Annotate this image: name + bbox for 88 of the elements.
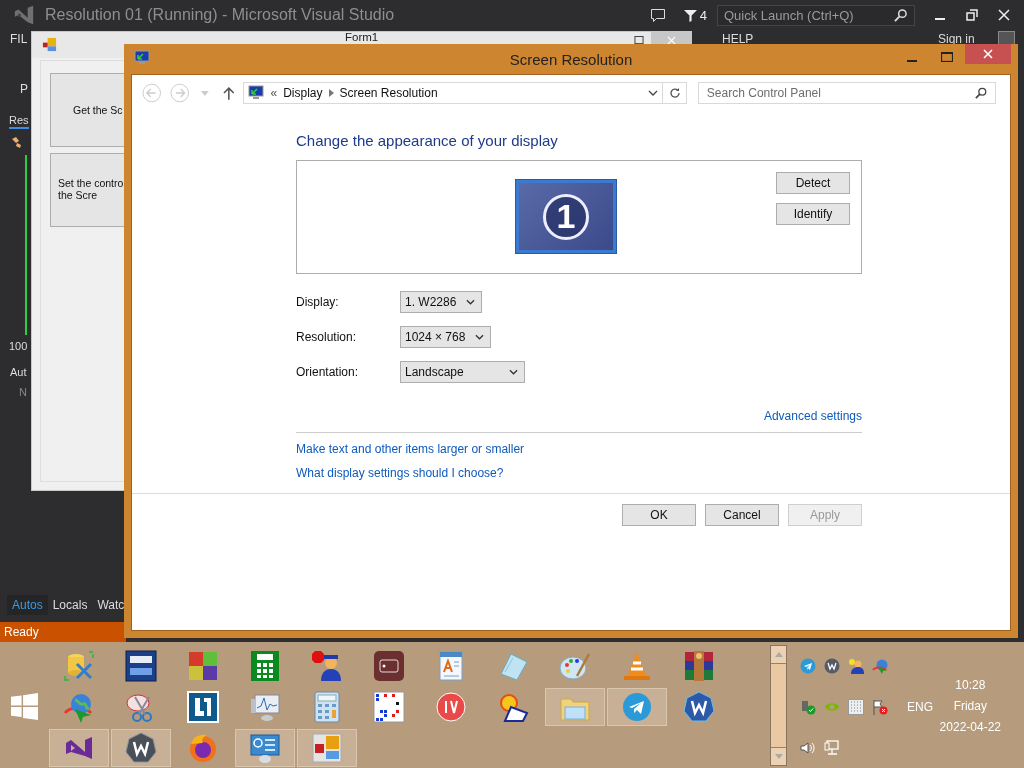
close-button[interactable]: [965, 44, 1011, 64]
taskbar-button[interactable]: [49, 728, 109, 767]
grid-icon[interactable]: [373, 690, 405, 723]
dialog-button[interactable]: Detect: [776, 172, 850, 194]
clock-day: Friday: [953, 699, 987, 713]
breadcrumb-item[interactable]: Screen Resolution: [339, 86, 438, 100]
control-panel-icon[interactable]: [249, 731, 281, 764]
breadcrumb-overflow[interactable]: «: [270, 86, 278, 100]
maximize-icon[interactable]: [634, 36, 644, 45]
monitor-icon: [248, 85, 265, 101]
dialog-button[interactable]: OK: [622, 504, 696, 526]
comment-icon[interactable]: [649, 7, 666, 23]
chevron-down-icon[interactable]: [508, 369, 518, 375]
taskbar-button[interactable]: [297, 728, 357, 767]
heptagon-logo-icon[interactable]: [125, 731, 157, 764]
window-title: Form1: [345, 31, 379, 44]
paper-plane-icon[interactable]: [621, 690, 653, 723]
monitor-drawing[interactable]: 1: [515, 179, 617, 254]
quick-launch-field[interactable]: Quick Launch (Ctrl+Q): [717, 4, 915, 26]
field-label: Orientation:: [296, 365, 360, 379]
window-tiles-icon[interactable]: [311, 731, 343, 764]
calculator-icon[interactable]: [249, 649, 281, 682]
square-logo-icon[interactable]: [187, 690, 219, 723]
refresh-button[interactable]: [663, 82, 687, 104]
maximize-icon[interactable]: [941, 52, 953, 62]
help-link[interactable]: What display settings should I choose?: [296, 466, 504, 480]
calculator-icon[interactable]: [311, 690, 343, 723]
filter-icon[interactable]: [683, 8, 697, 22]
clock-date: 2022-04-22: [939, 720, 1001, 734]
page-heading: Change the appearance of your display: [296, 132, 559, 149]
panel-tab[interactable]: Locals: [47, 595, 93, 615]
window-title: Resolution 01 (Running) - Microsoft Visual Studio: [45, 6, 395, 24]
advanced-settings-link[interactable]: Advanced settings: [763, 409, 862, 423]
police-officer-icon[interactable]: [848, 658, 864, 674]
breadcrumb-item[interactable]: Display: [283, 86, 323, 100]
dialog-button[interactable]: Cancel: [705, 504, 779, 526]
network-icon[interactable]: [824, 740, 840, 756]
taskbar-button[interactable]: [235, 728, 295, 767]
search-field[interactable]: Search Control Panel: [697, 82, 996, 104]
chevron-icon[interactable]: [328, 89, 334, 97]
heptagon-logo-icon[interactable]: [824, 658, 840, 674]
window-title: Screen Resolution: [509, 50, 633, 68]
dropdown-field[interactable]: Landscape: [400, 361, 525, 383]
notification-count: 4: [699, 7, 707, 23]
usb-check-icon[interactable]: [800, 699, 816, 715]
refresh-icon[interactable]: [668, 87, 681, 99]
up-arrow-icon[interactable]: [222, 86, 235, 100]
panel-title: Aut: [10, 366, 27, 378]
tiles-icon[interactable]: [187, 649, 219, 682]
monitor-number: 1: [543, 193, 589, 240]
speaker-icon[interactable]: [800, 740, 816, 756]
monitor-icon: [134, 50, 150, 66]
ribbon-logo-icon: [13, 4, 35, 26]
panel-tab[interactable]: Res: [9, 114, 29, 129]
record-icon[interactable]: [373, 649, 405, 682]
start-icon[interactable]: [11, 693, 38, 720]
field-label: Resolution:: [296, 330, 358, 344]
close-icon[interactable]: [998, 9, 1010, 21]
window-tiles-icon: [42, 37, 57, 52]
chevron-down-icon[interactable]: [475, 334, 485, 340]
search-icon[interactable]: [975, 87, 987, 99]
status-text: Ready: [4, 625, 39, 639]
dialog-button[interactable]: Identify: [776, 203, 850, 225]
address-bar[interactable]: « Display Screen Resolution: [243, 82, 664, 104]
field-label: Display:: [296, 295, 340, 309]
restore-icon[interactable]: [966, 9, 978, 21]
column-header: N: [19, 386, 27, 398]
chevron-down-icon[interactable]: [466, 299, 476, 305]
flag-error-icon[interactable]: [872, 699, 888, 715]
chevron-down-icon[interactable]: [648, 90, 659, 96]
menu-item[interactable]: HELP: [722, 32, 754, 46]
tool-icon[interactable]: [11, 136, 23, 148]
books-icon[interactable]: [683, 649, 715, 682]
taskbar-button[interactable]: [111, 728, 171, 767]
zoom-value: 100: [9, 340, 28, 352]
dropdown-field[interactable]: 1. W2286: [400, 291, 483, 313]
database-tools-icon[interactable]: [63, 649, 95, 682]
heptagon-logo-icon[interactable]: [683, 690, 715, 723]
dropdown-field[interactable]: 1024 × 768: [400, 326, 492, 348]
panel-tab[interactable]: Autos: [7, 595, 48, 615]
clock-time: 10:28: [955, 678, 986, 692]
paper-plane-icon[interactable]: [800, 658, 816, 674]
search-icon[interactable]: [894, 8, 907, 22]
police-officer-icon[interactable]: [311, 649, 343, 682]
menu-item[interactable]: FIL: [10, 32, 28, 46]
toolbar-label: P: [20, 82, 28, 96]
help-link[interactable]: Make text and other items larger or smaller: [296, 442, 525, 456]
round-badge-icon[interactable]: [435, 690, 467, 723]
